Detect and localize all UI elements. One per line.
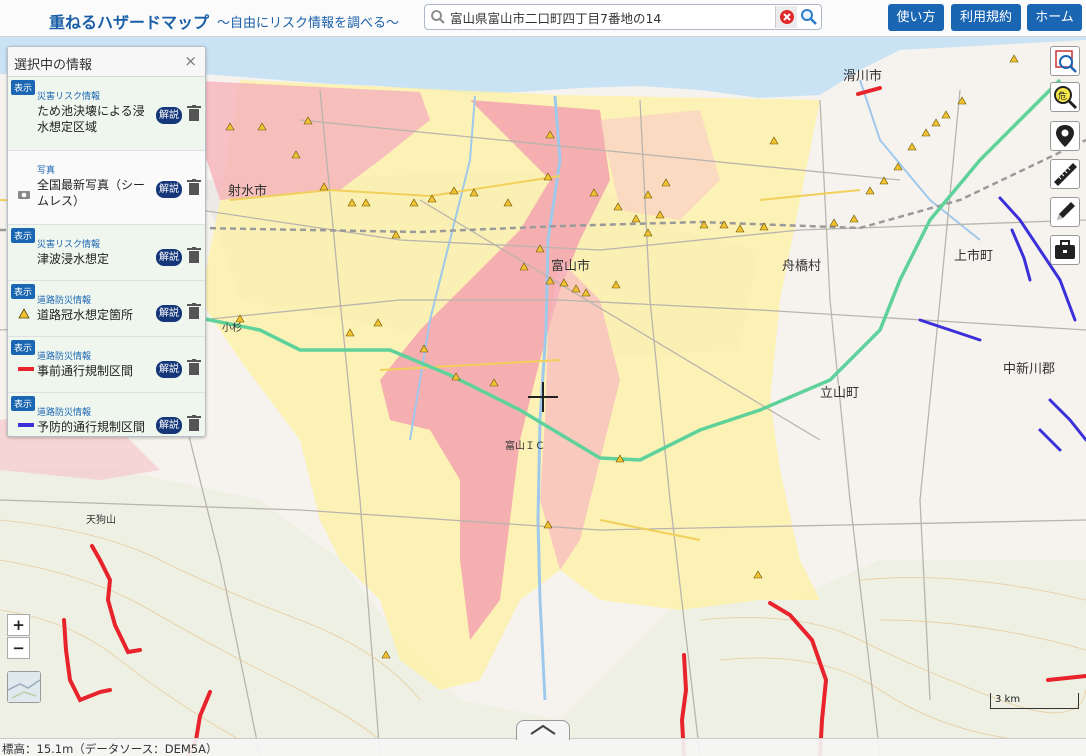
layer-name: 全国最新写真（シームレス） (37, 178, 146, 208)
map-label-tateyama: 立山町 (820, 386, 860, 401)
address-search-box (424, 4, 822, 30)
layer-name: 道路冠水想定箇所 (37, 308, 134, 322)
search-input[interactable] (450, 7, 795, 27)
layer-category: 災害リスク情報 (37, 92, 101, 102)
layer-info-button[interactable]: 解説 (156, 107, 182, 124)
toolbox-tool[interactable] (1050, 235, 1080, 265)
layer-item-prior-restriction[interactable]: 表示 道路防災情報 事前通行規制区間 解説 (8, 337, 205, 393)
map-label-toyama: 富山市 (551, 259, 591, 274)
map-label-toyama-ic: 富山ＩＣ (505, 441, 545, 452)
camera-icon (18, 191, 30, 199)
map-label-kosugi: 小杉 (222, 323, 242, 334)
pencil-icon (1057, 202, 1075, 220)
draw-tool[interactable] (1050, 197, 1080, 227)
app-subtitle: ～自由にリスク情報を調べる～ (217, 16, 400, 31)
layer-item-tsunami[interactable]: 表示 災害リスク情報 津波浸水想定 解説 (8, 225, 205, 281)
trash-icon[interactable] (187, 303, 201, 319)
layer-info-button[interactable]: 解説 (156, 417, 182, 434)
trash-icon[interactable] (187, 415, 201, 431)
search-submit-button[interactable] (798, 6, 820, 28)
layer-info-button[interactable]: 解説 (156, 305, 182, 322)
map-label-imizu: 射水市 (228, 184, 268, 199)
terms-button[interactable]: 利用規約 (951, 4, 1021, 31)
layer-info-button[interactable]: 解説 (156, 249, 182, 266)
selected-layers-panel: 選択中の情報 × 表示 災害リスク情報 ため池決壊による浸水想定区域 解説 写真… (7, 46, 206, 437)
map-label-tenguyama: 天狗山 (86, 515, 116, 526)
warning-triangle-icon (18, 308, 30, 319)
layer-info-button[interactable]: 解説 (156, 181, 182, 198)
layer-item-road-flood[interactable]: 表示 道路防災情報 道路冠水想定箇所 解説 (8, 281, 205, 337)
toolbox-icon (1055, 240, 1075, 259)
header-bar: 重ねるハザードマップ ～自由にリスク情報を調べる～ 富山県富山市二口町四丁目7番… (0, 0, 1086, 37)
map-label-nakaniikawa: 中新川郡 (1003, 362, 1056, 377)
basemap-thumbnail-icon (7, 672, 41, 702)
visibility-badge[interactable]: 表示 (11, 396, 36, 411)
trash-icon[interactable] (187, 179, 201, 195)
app-title[interactable]: 重ねるハザードマップ (49, 9, 209, 33)
trash-icon[interactable] (187, 247, 201, 263)
measure-tool[interactable] (1050, 159, 1080, 189)
home-button[interactable]: ホーム (1027, 4, 1082, 31)
layer-name: 予防的通行規制区間 (37, 420, 146, 434)
elevation-readout: 標高：15.1m（データソース：DEM5A） (2, 742, 218, 756)
blue-line-legend-icon (18, 423, 34, 427)
layer-name: 事前通行規制区間 (37, 364, 134, 378)
map-label-funahashi: 舟橋村 (782, 259, 822, 274)
hazard-search-tool[interactable]: 危 (1050, 82, 1080, 112)
map-label-kamiichi: 上市町 (954, 249, 994, 264)
clear-search-button[interactable] (775, 6, 797, 28)
layer-category: 道路防災情報 (37, 408, 92, 418)
visibility-badge[interactable]: 表示 (11, 340, 36, 355)
map-label-namerikawa: 滑川市 (843, 69, 883, 84)
layer-item-photo[interactable]: 写真 全国最新写真（シームレス） 解説 (8, 151, 205, 225)
layer-category: 災害リスク情報 (37, 240, 101, 250)
svg-text:危: 危 (1058, 90, 1067, 102)
basemap-switch-button[interactable] (7, 671, 41, 703)
zoom-out-button[interactable]: − (7, 637, 30, 659)
layer-name: 津波浸水想定 (37, 252, 110, 266)
layer-info-button[interactable]: 解説 (156, 361, 182, 378)
expand-bottom-panel-button[interactable] (516, 720, 570, 740)
layer-list-tool[interactable] (1050, 46, 1080, 76)
search-icon (431, 10, 445, 24)
panel-header: 選択中の情報 × (8, 47, 205, 77)
chevron-up-icon (530, 724, 556, 735)
layer-category: 道路防災情報 (37, 296, 92, 306)
visibility-badge[interactable]: 表示 (11, 228, 36, 243)
scale-label: 3 km (995, 694, 1021, 705)
panel-title: 選択中の情報 (14, 58, 93, 73)
layer-item-tameike[interactable]: 表示 災害リスク情報 ため池決壊による浸水想定区域 解説 (8, 77, 205, 151)
map-layers-icon (1055, 50, 1077, 73)
layer-category: 写真 (37, 166, 56, 176)
app-window: 重ねるハザードマップ ～自由にリスク情報を調べる～ 富山県富山市二口町四丁目7番… (0, 0, 1086, 756)
layer-category: 道路防災情報 (37, 352, 92, 362)
help-button[interactable]: 使い方 (888, 4, 944, 31)
scale-bar: 3 km (990, 693, 1079, 709)
current-location-tool[interactable] (1050, 121, 1080, 151)
trash-icon[interactable] (187, 105, 201, 121)
ruler-icon (1054, 163, 1077, 186)
center-crosshair-icon (528, 382, 558, 412)
visibility-badge[interactable]: 表示 (11, 80, 36, 95)
panel-close-button[interactable]: × (184, 52, 197, 70)
location-pin-icon (1056, 125, 1074, 147)
magnifier-icon (801, 9, 817, 25)
visibility-badge[interactable]: 表示 (11, 284, 36, 299)
layer-item-preventive-restriction[interactable]: 表示 道路防災情報 予防的通行規制区間 解説 (8, 393, 205, 436)
trash-icon[interactable] (187, 359, 201, 375)
hazard-magnifier-icon: 危 (1054, 86, 1078, 110)
layer-name: ため池決壊による浸水想定区域 (37, 104, 145, 134)
clear-icon (780, 10, 794, 24)
zoom-in-button[interactable]: + (7, 614, 30, 636)
red-line-legend-icon (18, 367, 34, 371)
